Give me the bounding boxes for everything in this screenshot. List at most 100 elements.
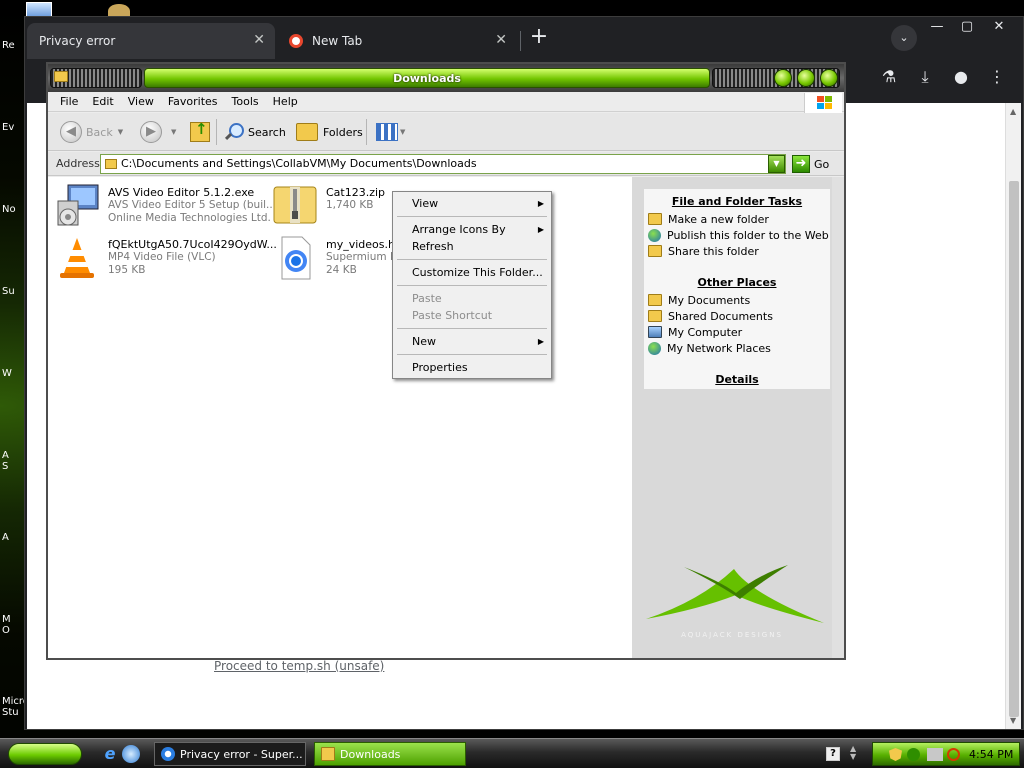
maximize-button[interactable] <box>797 69 815 87</box>
folder-icon <box>105 159 117 169</box>
scroll-up-icon[interactable]: ▲ <box>1010 107 1016 116</box>
menu-tools[interactable]: Tools <box>225 95 266 108</box>
labs-flask-icon[interactable]: ⚗ <box>877 65 901 89</box>
minimize-button[interactable] <box>774 69 792 87</box>
context-menu: View ▶ Arrange Icons By ▶ Refresh Custom… <box>392 191 552 379</box>
profile-icon[interactable]: ● <box>949 65 973 89</box>
title-bar[interactable]: Downloads <box>48 64 844 92</box>
taskbar-button-privacy-error[interactable]: Privacy error - Super... <box>154 742 306 766</box>
up-folder-button[interactable] <box>190 120 212 144</box>
window-title: Downloads <box>144 68 710 88</box>
address-dropdown-icon[interactable]: ▼ <box>768 155 785 173</box>
context-item-paste-shortcut: Paste Shortcut <box>394 307 550 324</box>
file-size: 195 KB <box>108 264 146 276</box>
menu-file[interactable]: File <box>48 95 85 108</box>
task-share-folder[interactable]: Share this folder <box>648 243 759 259</box>
place-my-network-places[interactable]: My Network Places <box>648 340 771 356</box>
maximize-button[interactable]: ▢ <box>951 17 983 37</box>
context-label: Refresh <box>412 240 454 253</box>
folders-button[interactable]: Folders <box>296 120 363 144</box>
go-label: Go <box>814 157 830 171</box>
installer-icon <box>57 184 99 226</box>
file-company: Online Media Technologies Ltd. <box>108 212 271 224</box>
pane-scrollbar[interactable] <box>832 177 844 658</box>
views-button[interactable]: ▼ <box>376 120 405 144</box>
tab-close-icon[interactable]: ✕ <box>253 32 265 48</box>
go-button[interactable]: ➜ Go <box>792 155 829 173</box>
place-shared-documents[interactable]: Shared Documents <box>648 308 773 324</box>
tab-close-icon[interactable]: ✕ <box>495 32 507 48</box>
place-my-documents[interactable]: My Documents <box>648 292 750 308</box>
file-item-video[interactable]: fQEktUtgA50.7UcoI429OydW... MP4 Video Fi… <box>54 235 277 281</box>
folders-icon <box>296 123 318 141</box>
new-tab-plus-icon[interactable]: + <box>527 26 551 50</box>
tab-search-chevron-icon[interactable]: ⌄ <box>891 25 917 51</box>
file-folder-tasks-heading[interactable]: File and Folder Tasks <box>644 195 830 208</box>
menu-separator <box>397 216 547 217</box>
search-tray-icon[interactable] <box>947 748 960 761</box>
context-label: New <box>412 335 436 348</box>
context-label: Customize This Folder... <box>412 266 543 279</box>
menu-separator <box>397 354 547 355</box>
start-button[interactable] <box>8 743 82 765</box>
page-scrollbar[interactable]: ▲ ▼ <box>1005 103 1021 729</box>
context-label: Paste <box>412 292 442 305</box>
file-item-avs[interactable]: AVS Video Editor 5.1.2.exe AVS Video Edi… <box>54 183 276 229</box>
folder-icon <box>321 747 335 761</box>
help-icon[interactable]: ? <box>826 747 840 761</box>
windows-flag-icon <box>804 93 842 113</box>
forward-button[interactable]: ▶ ▼ <box>140 120 176 144</box>
place-my-computer[interactable]: My Computer <box>648 324 742 340</box>
minimize-button[interactable]: — <box>921 17 953 37</box>
menu-separator <box>397 328 547 329</box>
chevron-down-icon[interactable]: ▼ <box>171 128 176 136</box>
tab-new-tab[interactable]: New Tab ✕ <box>277 23 517 59</box>
security-shield-icon[interactable] <box>889 748 902 761</box>
computer-icon <box>648 326 662 338</box>
tab-privacy-error[interactable]: Privacy error ✕ <box>27 23 275 59</box>
close-button[interactable]: ✕ <box>983 17 1015 37</box>
context-item-properties[interactable]: Properties <box>394 359 550 376</box>
network-tray-icon[interactable] <box>907 748 920 761</box>
taskbar-button-downloads[interactable]: Downloads <box>314 742 466 766</box>
scroll-thumb[interactable] <box>1009 181 1019 717</box>
other-places-heading[interactable]: Other Places <box>644 276 830 289</box>
address-path: C:\Documents and Settings\CollabVM\My Do… <box>121 157 477 170</box>
context-item-arrange-icons-by[interactable]: Arrange Icons By ▶ <box>394 221 550 238</box>
task-make-new-folder[interactable]: Make a new folder <box>648 211 769 227</box>
place-label: My Computer <box>668 325 743 339</box>
close-button[interactable] <box>820 69 838 87</box>
task-publish-folder[interactable]: Publish this folder to the Web <box>648 227 829 243</box>
address-input[interactable]: C:\Documents and Settings\CollabVM\My Do… <box>100 154 786 174</box>
search-button[interactable]: Search <box>224 120 286 144</box>
clock: 4:54 PM <box>969 748 1014 761</box>
context-item-new[interactable]: New ▶ <box>394 333 550 350</box>
back-button[interactable]: ◀ Back ▼ <box>60 120 123 144</box>
menu-view[interactable]: View <box>121 95 161 108</box>
tray-icon[interactable] <box>927 748 943 761</box>
context-item-customize[interactable]: Customize This Folder... <box>394 264 550 281</box>
chevron-down-icon[interactable]: ▼ <box>118 128 123 136</box>
views-grid-icon <box>376 123 398 141</box>
menu-favorites[interactable]: Favorites <box>161 95 225 108</box>
menu-bar: File Edit View Favorites Tools Help <box>48 92 844 113</box>
menu-edit[interactable]: Edit <box>85 95 120 108</box>
favicon-icon <box>289 34 303 48</box>
task-label: Publish this folder to the Web <box>667 228 829 242</box>
proceed-unsafe-link[interactable]: Proceed to temp.sh (unsafe) <box>214 659 384 673</box>
context-item-refresh[interactable]: Refresh <box>394 238 550 255</box>
tab-title: Privacy error <box>39 34 116 48</box>
details-heading[interactable]: Details <box>644 373 830 386</box>
browser-icon <box>161 747 175 761</box>
context-item-view[interactable]: View ▶ <box>394 195 550 212</box>
download-icon[interactable]: ⤓ <box>913 65 937 89</box>
tray-expand-icon[interactable]: ▲ ▼ <box>850 745 856 761</box>
menu-help[interactable]: Help <box>266 95 305 108</box>
menu-dots-icon[interactable]: ⋮ <box>985 65 1009 89</box>
internet-explorer-icon[interactable]: e <box>101 745 119 763</box>
html-file-icon <box>281 236 311 280</box>
file-name: AVS Video Editor 5.1.2.exe <box>108 186 255 199</box>
chevron-down-icon: ▼ <box>400 128 406 136</box>
scroll-down-icon[interactable]: ▼ <box>1010 716 1016 725</box>
quick-launch-icon[interactable] <box>122 745 140 763</box>
